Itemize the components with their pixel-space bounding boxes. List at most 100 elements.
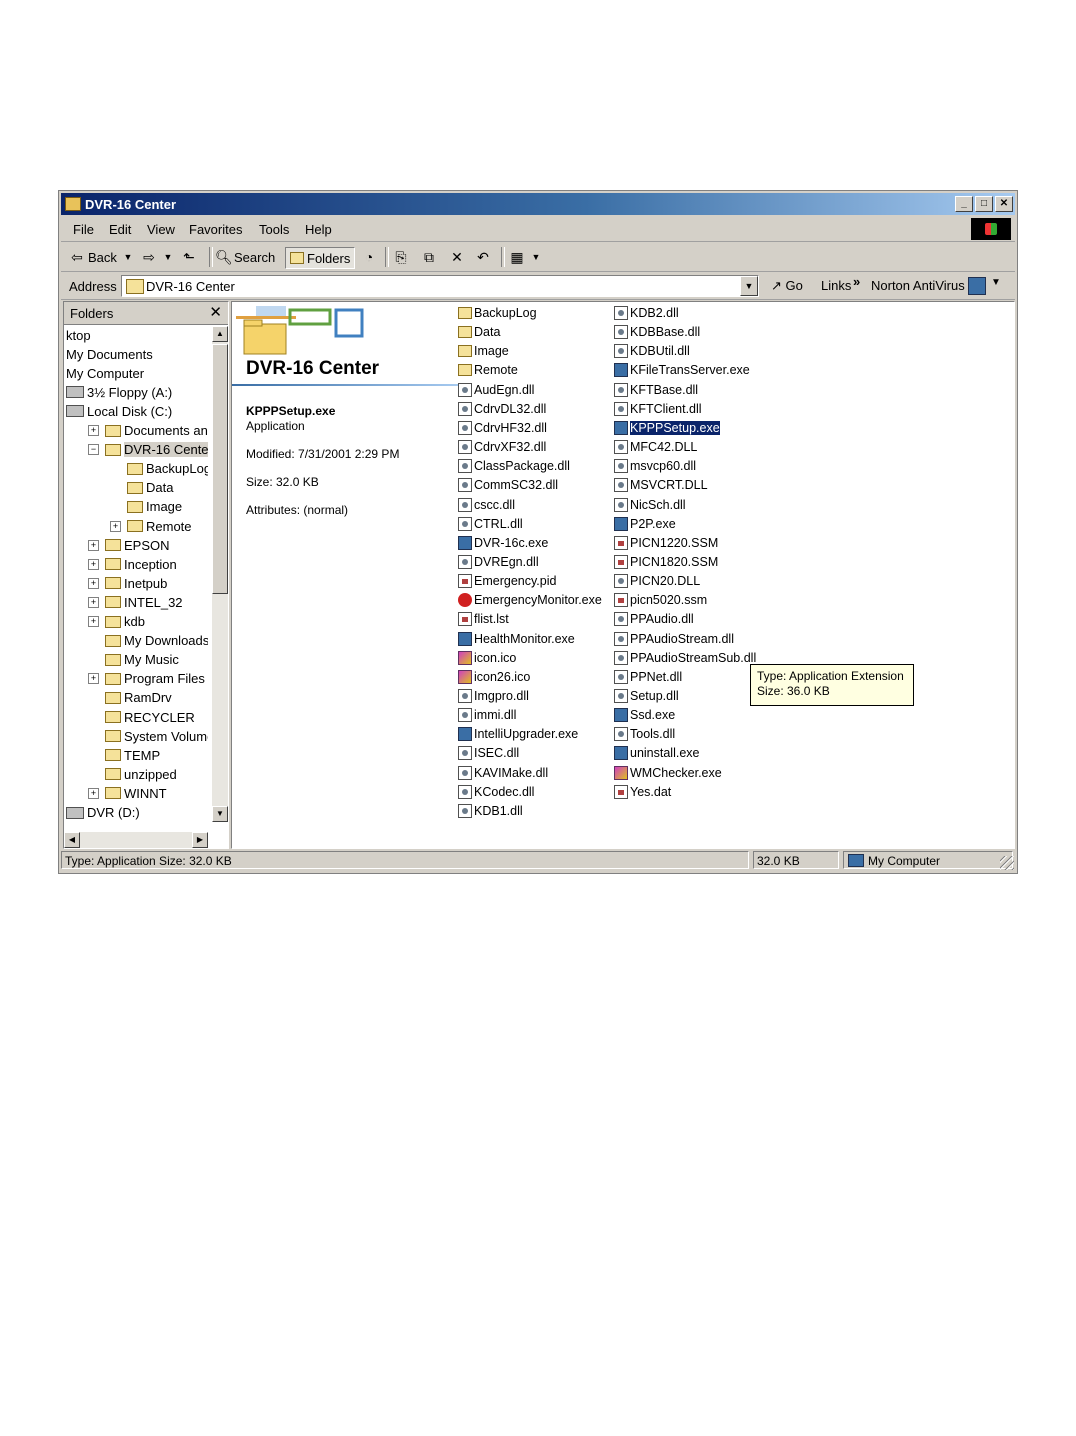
file-item[interactable]: PICN1820.SSM	[614, 553, 718, 571]
menu-view[interactable]: View	[147, 222, 175, 237]
file-item[interactable]: DVREgn.dll	[458, 553, 539, 571]
folders-button[interactable]: Folders	[285, 247, 356, 269]
search-button[interactable]: 🔍︎ Search	[215, 247, 275, 267]
tree-item[interactable]: Data	[110, 479, 173, 497]
norton-antivirus-button[interactable]: Norton AntiVirus	[871, 278, 965, 293]
file-item[interactable]: PPNet.dll	[614, 668, 682, 686]
file-item[interactable]: CTRL.dll	[458, 515, 523, 533]
file-item[interactable]: IntelliUpgrader.exe	[458, 725, 578, 743]
file-item[interactable]: CdrvDL32.dll	[458, 400, 546, 418]
menu-help[interactable]: Help	[305, 222, 332, 237]
tree-item[interactable]: Image	[110, 498, 182, 516]
file-item[interactable]: EmergencyMonitor.exe	[458, 591, 602, 609]
tree-item[interactable]: + Inception	[88, 555, 177, 573]
resize-grip[interactable]	[1000, 856, 1014, 870]
vertical-scrollbar[interactable]: ▲ ▼	[212, 326, 228, 822]
expand-icon[interactable]: +	[88, 787, 99, 799]
chevron-down-icon[interactable]: ▼	[991, 277, 1001, 288]
file-item[interactable]: NicSch.dll	[614, 496, 686, 514]
forward-button[interactable]: ⇨ ▼	[141, 247, 176, 267]
scroll-up-icon[interactable]: ▲	[212, 326, 228, 342]
up-folder-button[interactable]: ⬑	[181, 247, 197, 267]
views-button[interactable]: ▦ ▼	[509, 247, 544, 267]
file-item[interactable]: Setup.dll	[614, 687, 679, 705]
move-to-button[interactable]: ⎘	[393, 247, 409, 267]
history-button[interactable]: ◔	[361, 247, 377, 267]
file-item[interactable]: uninstall.exe	[614, 744, 700, 762]
menu-file[interactable]: File	[73, 222, 94, 237]
file-item[interactable]: DVR-16c.exe	[458, 534, 548, 552]
expand-icon[interactable]: +	[88, 558, 99, 570]
tree-item[interactable]: + Remote	[110, 517, 192, 535]
tree-item[interactable]: RamDrv	[88, 689, 172, 707]
file-item[interactable]: PICN1220.SSM	[614, 534, 718, 552]
file-item[interactable]: PPAudio.dll	[614, 610, 694, 628]
file-item[interactable]: Data	[458, 323, 500, 341]
tree-item[interactable]: TEMP	[88, 746, 160, 764]
file-item[interactable]: ClassPackage.dll	[458, 457, 570, 475]
expand-icon[interactable]: +	[88, 425, 99, 436]
links-chevron-icon[interactable]: »	[853, 274, 860, 289]
file-item[interactable]: AudEgn.dll	[458, 381, 534, 399]
expand-icon[interactable]: +	[88, 539, 99, 551]
undo-button[interactable]: ↶	[475, 247, 491, 267]
tree-item[interactable]: My Documents	[66, 345, 153, 363]
file-item[interactable]: Imgpro.dll	[458, 687, 529, 705]
tree-item[interactable]: unzipped	[88, 765, 177, 783]
file-item[interactable]: HealthMonitor.exe	[458, 630, 575, 648]
copy-to-button[interactable]: ⧉	[421, 247, 437, 267]
tree-item[interactable]: + Program Files	[88, 670, 205, 688]
file-item[interactable]: CdrvHF32.dll	[458, 419, 547, 437]
file-item[interactable]: Image	[458, 342, 509, 360]
file-item[interactable]: MSVCRT.DLL	[614, 476, 708, 494]
address-dropdown-button[interactable]: ▼	[740, 276, 758, 296]
close-button[interactable]: ✕	[995, 196, 1013, 212]
file-item[interactable]: PPAudioStream.dll	[614, 630, 734, 648]
file-item[interactable]: cscc.dll	[458, 496, 515, 514]
scroll-left-icon[interactable]: ◀	[64, 832, 80, 848]
file-item[interactable]: KDB1.dll	[458, 802, 523, 820]
scroll-thumb[interactable]	[212, 344, 228, 594]
maximize-button[interactable]: □	[975, 196, 993, 212]
file-item[interactable]: KDBUtil.dll	[614, 342, 690, 360]
tree-item[interactable]: − DVR-16 Center	[88, 441, 208, 459]
tree-item[interactable]: DVR (D:)	[66, 804, 140, 822]
tree-item[interactable]: ktop	[66, 326, 91, 344]
file-item[interactable]: Tools.dll	[614, 725, 675, 743]
tree-item[interactable]: Local Disk (C:)	[66, 402, 172, 420]
file-item[interactable]: KPPPSetup.exe	[614, 419, 720, 437]
go-button[interactable]: ↗ Go	[771, 278, 803, 294]
expand-icon[interactable]: +	[88, 616, 99, 627]
file-item[interactable]: KFTClient.dll	[614, 400, 702, 418]
delete-button[interactable]: ✕	[449, 247, 465, 267]
file-item[interactable]: icon.ico	[458, 649, 516, 667]
file-item[interactable]: PPAudioStreamSub.dll	[614, 649, 756, 667]
tree-item[interactable]: 3½ Floppy (A:)	[66, 383, 172, 401]
file-item[interactable]: P2P.exe	[614, 515, 676, 533]
tree-item[interactable]: BackupLog	[110, 460, 208, 478]
tree-item[interactable]: + EPSON	[88, 536, 170, 554]
expand-icon[interactable]: +	[88, 577, 99, 589]
file-item[interactable]: Emergency.pid	[458, 572, 556, 590]
file-item[interactable]: KFTBase.dll	[614, 381, 698, 399]
file-item[interactable]: icon26.ico	[458, 668, 530, 686]
tree-item[interactable]: My Downloads	[88, 632, 208, 650]
scroll-right-icon[interactable]: ▶	[192, 832, 208, 848]
file-item[interactable]: BackupLog	[458, 304, 537, 322]
collapse-icon[interactable]: −	[88, 444, 99, 456]
file-item[interactable]: Yes.dat	[614, 783, 671, 801]
expand-icon[interactable]: +	[88, 596, 99, 608]
tree-item[interactable]: System Volume In	[88, 727, 208, 745]
address-input[interactable]: DVR-16 Center ▼	[121, 275, 759, 297]
close-icon[interactable]: ✕	[209, 303, 222, 321]
expand-icon[interactable]: +	[110, 520, 121, 532]
file-item[interactable]: KCodec.dll	[458, 783, 534, 801]
file-item[interactable]: immi.dll	[458, 706, 516, 724]
scroll-down-icon[interactable]: ▼	[212, 806, 228, 822]
tree-item[interactable]: + Inetpub	[88, 574, 167, 592]
file-item[interactable]: Ssd.exe	[614, 706, 675, 724]
menu-edit[interactable]: Edit	[109, 222, 131, 237]
file-item[interactable]: Remote	[458, 361, 518, 379]
minimize-button[interactable]: _	[955, 196, 973, 212]
file-item[interactable]: KAVIMake.dll	[458, 764, 548, 782]
